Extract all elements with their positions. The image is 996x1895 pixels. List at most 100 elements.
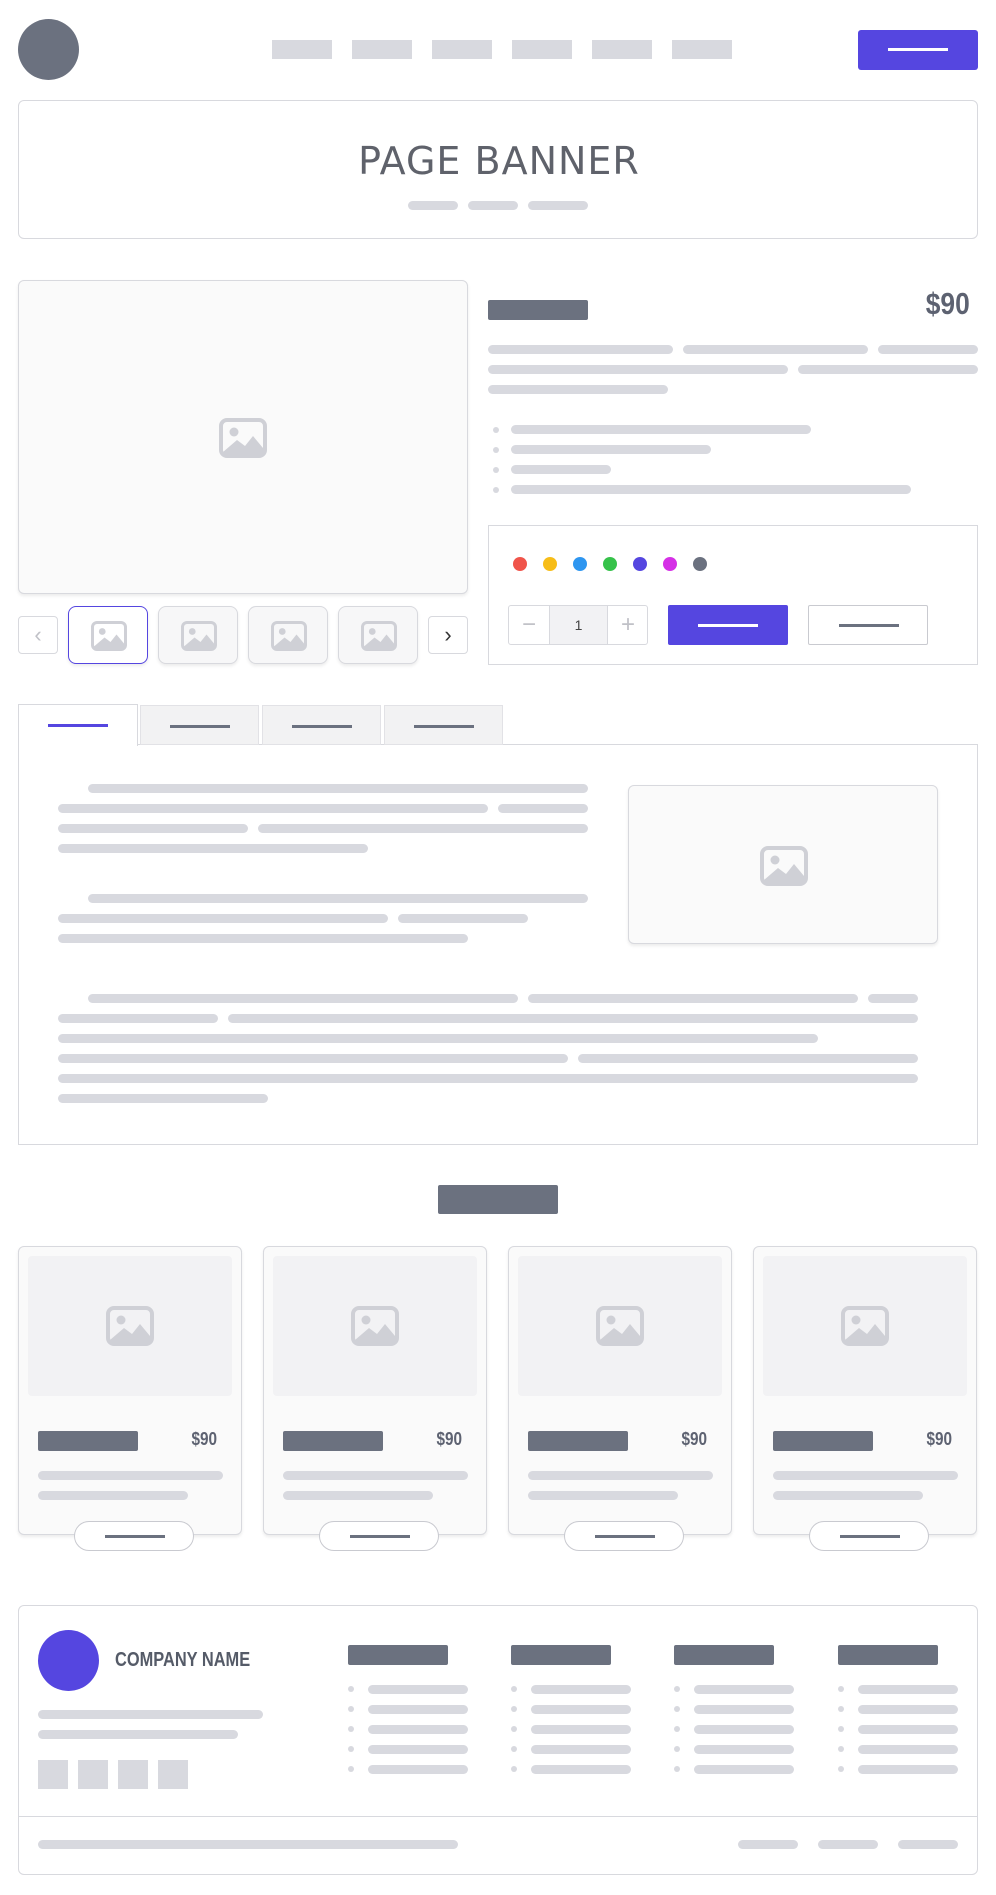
related-product-card[interactable]: $90 <box>263 1246 487 1551</box>
footer-link-bullet <box>674 1706 680 1712</box>
social-icon[interactable] <box>78 1760 108 1789</box>
footer-link-bullet <box>348 1686 354 1692</box>
product-card-button[interactable] <box>809 1521 929 1551</box>
description-line <box>798 365 978 374</box>
quantity-increase-button[interactable]: + <box>607 606 648 644</box>
product-card-button[interactable] <box>74 1521 194 1551</box>
footer-legal-link[interactable] <box>738 1840 798 1849</box>
header-cta-button[interactable] <box>858 30 978 70</box>
nav-link-6[interactable] <box>672 40 732 59</box>
nav-link-3[interactable] <box>432 40 492 59</box>
product-card-button[interactable] <box>564 1521 684 1551</box>
description-line <box>488 385 668 394</box>
copyright-line <box>38 1840 458 1849</box>
footer-link[interactable] <box>531 1745 631 1754</box>
footer-link[interactable] <box>694 1705 794 1714</box>
feature-line <box>511 445 711 454</box>
footer-link-bullet <box>348 1766 354 1772</box>
product-card-button-label <box>595 1535 655 1538</box>
related-product-card[interactable]: $90 <box>508 1246 732 1551</box>
footer-column-3-heading <box>674 1645 774 1665</box>
logo[interactable] <box>18 19 79 80</box>
paragraph-line <box>58 804 488 813</box>
footer-link[interactable] <box>368 1765 468 1774</box>
color-swatch-red[interactable] <box>513 557 527 571</box>
secondary-action-button[interactable] <box>808 605 928 645</box>
breadcrumb-1[interactable] <box>408 201 458 210</box>
footer-link[interactable] <box>858 1725 958 1734</box>
footer-link[interactable] <box>694 1765 794 1774</box>
product-card-price: $90 <box>926 1429 952 1449</box>
footer-link[interactable] <box>368 1705 468 1714</box>
footer-link[interactable] <box>368 1745 468 1754</box>
feature-bullet <box>493 427 499 433</box>
paragraph-line <box>228 1014 918 1023</box>
gallery-thumb-4[interactable] <box>338 606 418 664</box>
add-to-cart-button[interactable] <box>668 605 788 645</box>
social-icon[interactable] <box>38 1760 68 1789</box>
footer-link[interactable] <box>694 1685 794 1694</box>
footer-link[interactable] <box>694 1725 794 1734</box>
tab-4[interactable] <box>384 705 503 745</box>
color-swatch-gray[interactable] <box>693 557 707 571</box>
tab-2[interactable] <box>140 705 259 745</box>
product-title <box>488 300 588 320</box>
nav-link-5[interactable] <box>592 40 652 59</box>
footer-column-4-heading <box>838 1645 938 1665</box>
product-card-button[interactable] <box>319 1521 439 1551</box>
footer-link[interactable] <box>531 1765 631 1774</box>
quantity-input[interactable]: 1 <box>550 606 607 644</box>
footer-link[interactable] <box>858 1705 958 1714</box>
footer-link[interactable] <box>858 1765 958 1774</box>
gallery-prev-button[interactable]: ‹ <box>18 616 58 654</box>
footer-link[interactable] <box>368 1685 468 1694</box>
nav-link-1[interactable] <box>272 40 332 59</box>
tab-1[interactable] <box>18 704 138 746</box>
gallery-thumb-3[interactable] <box>248 606 328 664</box>
product-card-price: $90 <box>436 1429 462 1449</box>
paragraph-line <box>58 844 368 853</box>
footer-link-bullet <box>511 1706 517 1712</box>
nav-link-2[interactable] <box>352 40 412 59</box>
footer-legal-link[interactable] <box>818 1840 878 1849</box>
related-product-card[interactable]: $90 <box>18 1246 242 1551</box>
tab-3[interactable] <box>262 705 381 745</box>
product-card-price: $90 <box>191 1429 217 1449</box>
breadcrumb-3[interactable] <box>528 201 588 210</box>
footer <box>18 1605 978 1875</box>
paragraph-line <box>58 1054 568 1063</box>
related-product-card[interactable]: $90 <box>753 1246 977 1551</box>
footer-link[interactable] <box>858 1745 958 1754</box>
color-swatch-magenta[interactable] <box>663 557 677 571</box>
color-swatch-yellow[interactable] <box>543 557 557 571</box>
footer-link[interactable] <box>531 1705 631 1714</box>
nav-link-4[interactable] <box>512 40 572 59</box>
footer-link[interactable] <box>368 1725 468 1734</box>
minus-icon: − <box>521 611 536 638</box>
paragraph-line <box>58 1014 218 1023</box>
product-card-title <box>773 1431 873 1451</box>
footer-legal-link[interactable] <box>898 1840 958 1849</box>
footer-link[interactable] <box>694 1745 794 1754</box>
footer-link-bullet <box>674 1726 680 1732</box>
gallery-thumb-2[interactable] <box>158 606 238 664</box>
footer-link[interactable] <box>531 1725 631 1734</box>
company-logo[interactable] <box>38 1630 99 1691</box>
product-card-title <box>528 1431 628 1451</box>
social-icon[interactable] <box>118 1760 148 1789</box>
footer-link-bullet <box>838 1686 844 1692</box>
gallery-thumb-1[interactable] <box>68 606 148 664</box>
color-swatch-blue[interactable] <box>573 557 587 571</box>
product-card-button-label <box>840 1535 900 1538</box>
color-swatch-green[interactable] <box>603 557 617 571</box>
social-icon[interactable] <box>158 1760 188 1789</box>
color-swatch-indigo[interactable] <box>633 557 647 571</box>
breadcrumb-2[interactable] <box>468 201 518 210</box>
description-line <box>878 345 978 354</box>
quantity-decrease-button[interactable]: − <box>509 606 550 644</box>
footer-link-bullet <box>348 1706 354 1712</box>
footer-link[interactable] <box>531 1685 631 1694</box>
feature-line <box>511 465 611 474</box>
gallery-next-button[interactable]: › <box>428 616 468 654</box>
footer-link[interactable] <box>858 1685 958 1694</box>
